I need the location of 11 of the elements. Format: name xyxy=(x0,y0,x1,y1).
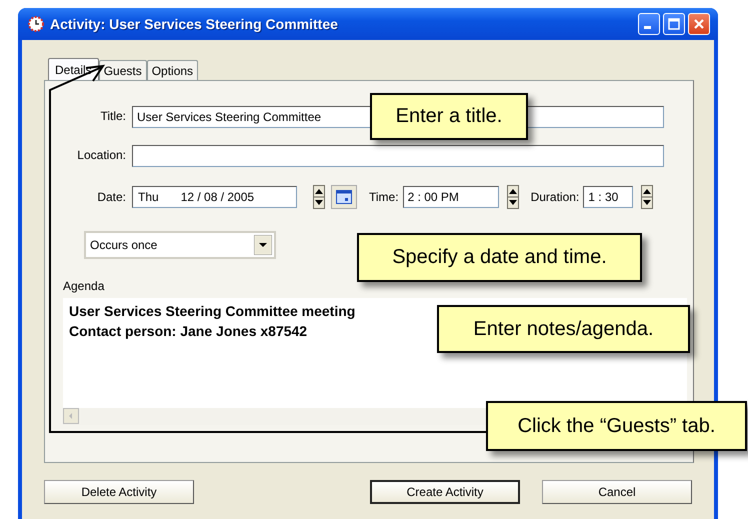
callout-tooltip: Enter notes/agenda. xyxy=(437,305,690,353)
field-label: Duration: xyxy=(530,190,580,204)
callout-tooltip: Click the “Guests” tab. xyxy=(486,401,747,451)
field-label: Time: xyxy=(369,190,399,204)
callout-tooltip: Enter a title. xyxy=(370,93,528,140)
field-label: Date: xyxy=(96,190,126,204)
window-title: Activity: User Services Steering Committee xyxy=(50,16,339,32)
callout-tooltip: Specify a date and time. xyxy=(357,233,642,282)
field-label: Title: xyxy=(99,109,126,123)
agenda-label: Agenda xyxy=(63,279,106,293)
field-label: Location: xyxy=(76,148,126,162)
